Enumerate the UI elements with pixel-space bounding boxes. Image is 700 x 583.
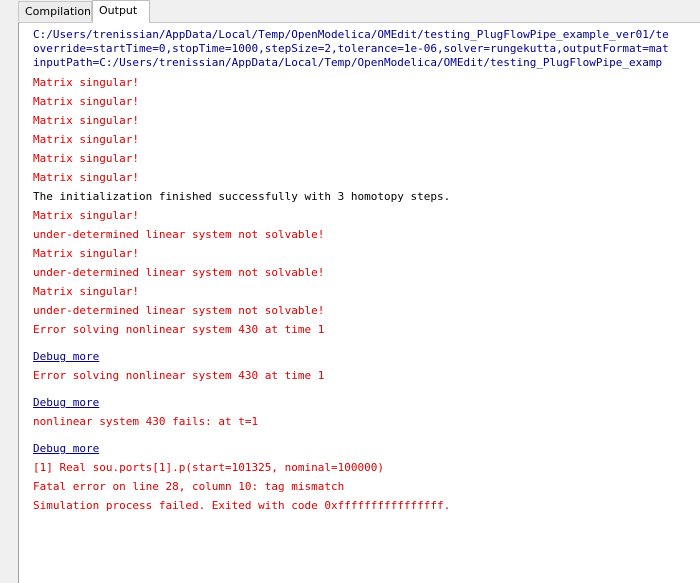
log-message-info: The initialization finished successfully… <box>33 190 451 203</box>
log-message: Matrix singular! <box>33 209 139 222</box>
tab-compilation[interactable]: Compilation <box>18 1 92 21</box>
debug-more-link[interactable]: Debug more <box>33 350 99 363</box>
tab-output[interactable]: Output <box>92 0 150 23</box>
log-message: Fatal error on line 28, column 10: tag m… <box>33 480 345 493</box>
log-message: Matrix singular! <box>33 285 139 298</box>
log-message: Matrix singular! <box>33 247 139 260</box>
log-message: Matrix singular! <box>33 171 139 184</box>
log-message: Error solving nonlinear system 430 at ti… <box>33 369 325 382</box>
log-message: nonlinear system 430 fails: at t=1 <box>33 415 259 428</box>
log-message: Matrix singular! <box>33 114 139 127</box>
debug-more-link[interactable]: Debug more <box>33 442 99 455</box>
command-line-path: C:/Users/trenissian/AppData/Local/Temp/O… <box>33 28 669 41</box>
log-message: Matrix singular! <box>33 133 139 146</box>
log-message: Matrix singular! <box>33 152 139 165</box>
log-message: [1] Real sou.ports[1].p(start=101325, no… <box>33 461 384 474</box>
command-line-override: override=startTime=0,stopTime=1000,stepS… <box>33 42 669 55</box>
debug-more-link[interactable]: Debug more <box>33 396 99 409</box>
log-message: Matrix singular! <box>33 76 139 89</box>
log-message: Matrix singular! <box>33 95 139 108</box>
command-line-inputpath: inputPath=C:/Users/trenissian/AppData/Lo… <box>33 56 663 69</box>
log-message: under-determined linear system not solva… <box>33 228 325 241</box>
left-gutter <box>0 22 18 579</box>
log-message: under-determined linear system not solva… <box>33 304 325 317</box>
log-message: under-determined linear system not solva… <box>33 266 325 279</box>
output-panel: C:/Users/trenissian/AppData/Local/Temp/O… <box>18 22 700 583</box>
log-message: Simulation process failed. Exited with c… <box>33 499 451 512</box>
tab-bar: Compilation Output <box>0 0 700 23</box>
log-message: Error solving nonlinear system 430 at ti… <box>33 323 325 336</box>
